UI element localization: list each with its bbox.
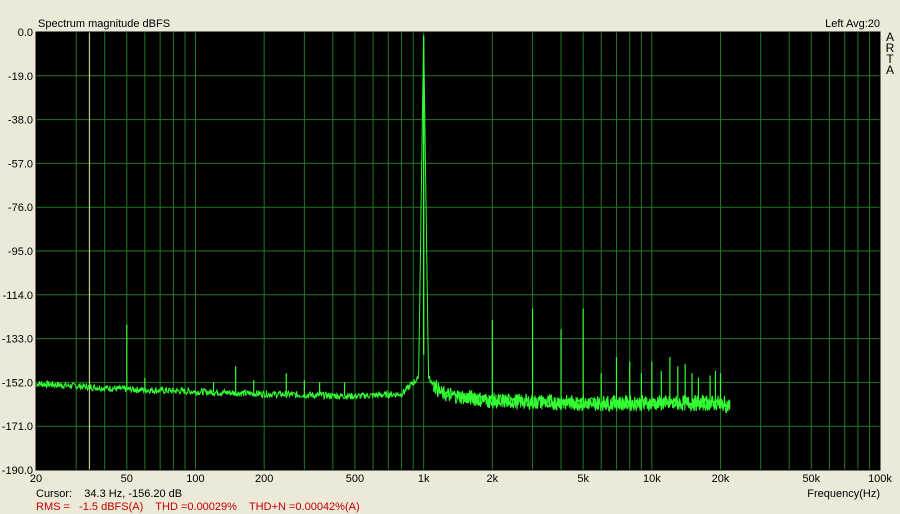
x-tick-label: 200 xyxy=(255,473,273,485)
y-tick-label: -114.0 xyxy=(3,290,33,302)
measurement-stats: RMS = -1.5 dBFS(A) THD =0.00029% THD+N =… xyxy=(36,501,360,513)
x-axis-label: Frequency(Hz) xyxy=(807,488,880,500)
x-tick-label: 5k xyxy=(577,473,589,485)
x-tick-label: 1k xyxy=(418,473,430,485)
y-tick-label: -190.0 xyxy=(2,465,33,477)
y-tick-label: -133.0 xyxy=(2,334,33,346)
x-tick-label: 50 xyxy=(121,473,133,485)
x-tick-label: 100k xyxy=(868,473,892,485)
y-tick-label: -171.0 xyxy=(2,421,33,433)
x-tick-label: 100 xyxy=(186,473,204,485)
x-tick-label: 20k xyxy=(712,473,730,485)
cursor-readout: Cursor: 34.3 Hz, -156.20 dB xyxy=(36,488,183,500)
y-tick-label: 0.0 xyxy=(18,27,33,39)
y-tick-label: -95.0 xyxy=(8,246,33,258)
y-tick-label: -19.0 xyxy=(8,71,33,83)
x-tick-label: 500 xyxy=(346,473,364,485)
x-tick-label: 50k xyxy=(802,473,820,485)
y-tick-label: -38.0 xyxy=(8,115,33,127)
y-tick-label: -76.0 xyxy=(8,202,33,214)
y-tick-label: -57.0 xyxy=(8,158,33,170)
spectrum-chart[interactable]: 0.0 -19.0 -38.0 -57.0 -76.0 -95.0 -114.0 -133.0… xyxy=(0,0,900,514)
arta-spectrum-window: Spectrum magnitude dBFS Left Avg:20 A R … xyxy=(0,0,900,514)
y-tick-label: -152.0 xyxy=(2,377,33,389)
x-tick-label: 2k xyxy=(487,473,499,485)
x-tick-label: 10k xyxy=(643,473,661,485)
x-tick-label: 20 xyxy=(30,473,42,485)
